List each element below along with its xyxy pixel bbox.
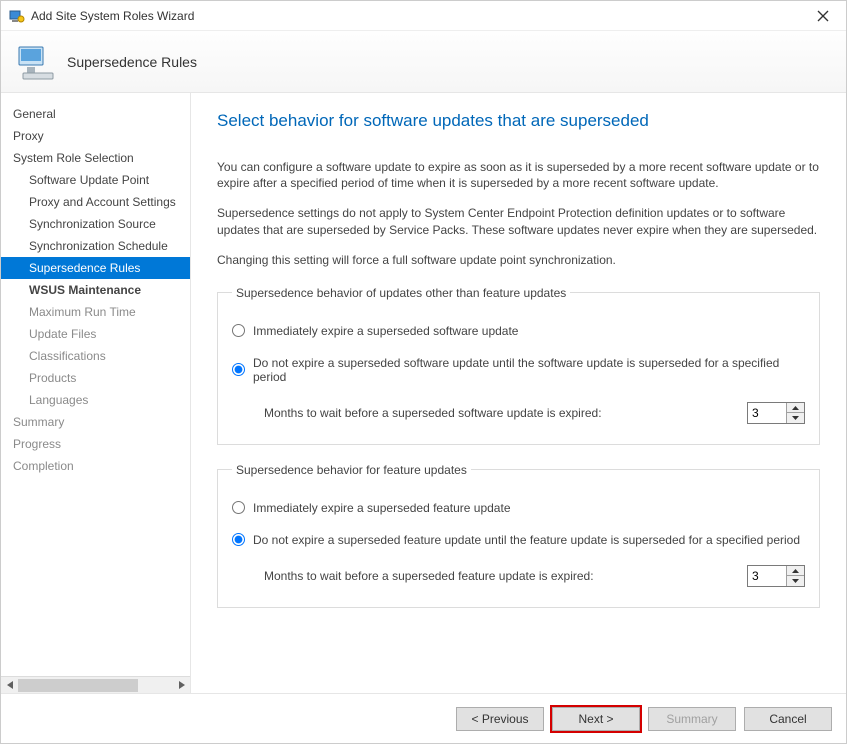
step-maximum-run-time[interactable]: Maximum Run Time: [1, 301, 190, 323]
radio-feature-wait-period-input[interactable]: [232, 533, 245, 546]
group-nonfeature-legend: Supersedence behavior of updates other t…: [232, 286, 570, 300]
main-panel: Select behavior for software updates tha…: [191, 93, 846, 693]
spinner-down-icon[interactable]: [787, 413, 804, 423]
scroll-track[interactable]: [18, 677, 173, 694]
radio-immediate-expire-label: Immediately expire a superseded software…: [253, 324, 518, 338]
spinner-up-icon[interactable]: [787, 403, 804, 414]
intro-paragraph-1: You can configure a software update to e…: [217, 159, 820, 191]
wizard-footer: < Previous Next > Summary Cancel: [1, 693, 846, 743]
group-feature-legend: Supersedence behavior for feature update…: [232, 463, 471, 477]
spinner-up-icon[interactable]: [787, 566, 804, 577]
radio-feature-immediate-expire-input[interactable]: [232, 501, 245, 514]
step-progress[interactable]: Progress: [1, 433, 190, 455]
step-wsus-maintenance[interactable]: WSUS Maintenance: [1, 279, 190, 301]
intro-paragraph-2: Supersedence settings do not apply to Sy…: [217, 205, 820, 237]
radio-feature-wait-period[interactable]: Do not expire a superseded feature updat…: [232, 533, 805, 547]
step-proxy-and-account-settings[interactable]: Proxy and Account Settings: [1, 191, 190, 213]
wizard-header: Supersedence Rules: [1, 31, 846, 93]
step-proxy[interactable]: Proxy: [1, 125, 190, 147]
step-supersedence-rules[interactable]: Supersedence Rules: [1, 257, 190, 279]
step-summary[interactable]: Summary: [1, 411, 190, 433]
months-spinner-feature[interactable]: [747, 565, 805, 587]
previous-button[interactable]: < Previous: [456, 707, 544, 731]
header-title: Supersedence Rules: [67, 54, 197, 70]
sidebar: GeneralProxySystem Role SelectionSoftwar…: [1, 93, 191, 693]
intro-paragraph-3: Changing this setting will force a full …: [217, 252, 820, 268]
spinner-down-icon[interactable]: [787, 576, 804, 586]
months-spinner-nonfeature[interactable]: [747, 402, 805, 424]
radio-wait-period-input[interactable]: [232, 363, 245, 376]
app-icon: [9, 8, 25, 24]
months-label-feature: Months to wait before a superseded featu…: [264, 569, 594, 583]
months-input-feature[interactable]: [748, 566, 786, 586]
wizard-body: GeneralProxySystem Role SelectionSoftwar…: [1, 93, 846, 693]
step-completion[interactable]: Completion: [1, 455, 190, 477]
next-button[interactable]: Next >: [552, 707, 640, 731]
scroll-right-icon[interactable]: [173, 677, 190, 694]
step-software-update-point[interactable]: Software Update Point: [1, 169, 190, 191]
radio-immediate-expire-input[interactable]: [232, 324, 245, 337]
step-classifications[interactable]: Classifications: [1, 345, 190, 367]
step-synchronization-source[interactable]: Synchronization Source: [1, 213, 190, 235]
step-update-files[interactable]: Update Files: [1, 323, 190, 345]
scroll-left-icon[interactable]: [1, 677, 18, 694]
group-feature-updates: Supersedence behavior for feature update…: [217, 463, 820, 608]
radio-wait-period-label: Do not expire a superseded software upda…: [253, 356, 805, 384]
radio-feature-immediate-expire[interactable]: Immediately expire a superseded feature …: [232, 501, 805, 515]
step-synchronization-schedule[interactable]: Synchronization Schedule: [1, 235, 190, 257]
months-label-nonfeature: Months to wait before a superseded softw…: [264, 406, 602, 420]
radio-feature-wait-period-label: Do not expire a superseded feature updat…: [253, 533, 800, 547]
scroll-thumb[interactable]: [18, 679, 138, 692]
step-products[interactable]: Products: [1, 367, 190, 389]
radio-feature-immediate-expire-label: Immediately expire a superseded feature …: [253, 501, 511, 515]
step-system-role-selection[interactable]: System Role Selection: [1, 147, 190, 169]
months-input-nonfeature[interactable]: [748, 403, 786, 423]
cancel-button[interactable]: Cancel: [744, 707, 832, 731]
radio-immediate-expire[interactable]: Immediately expire a superseded software…: [232, 324, 805, 338]
months-row-nonfeature: Months to wait before a superseded softw…: [232, 402, 805, 424]
radio-wait-period[interactable]: Do not expire a superseded software upda…: [232, 356, 805, 384]
page-title: Select behavior for software updates tha…: [217, 111, 820, 131]
close-button[interactable]: [808, 1, 838, 31]
summary-button: Summary: [648, 707, 736, 731]
computer-icon: [15, 41, 57, 83]
group-nonfeature-updates: Supersedence behavior of updates other t…: [217, 286, 820, 445]
step-list: GeneralProxySystem Role SelectionSoftwar…: [1, 93, 190, 676]
horizontal-scrollbar[interactable]: [1, 676, 190, 693]
months-row-feature: Months to wait before a superseded featu…: [232, 565, 805, 587]
wizard-window: Add Site System Roles Wizard Supersedenc…: [0, 0, 847, 744]
step-languages[interactable]: Languages: [1, 389, 190, 411]
step-general[interactable]: General: [1, 103, 190, 125]
window-title: Add Site System Roles Wizard: [31, 9, 808, 23]
title-bar: Add Site System Roles Wizard: [1, 1, 846, 31]
